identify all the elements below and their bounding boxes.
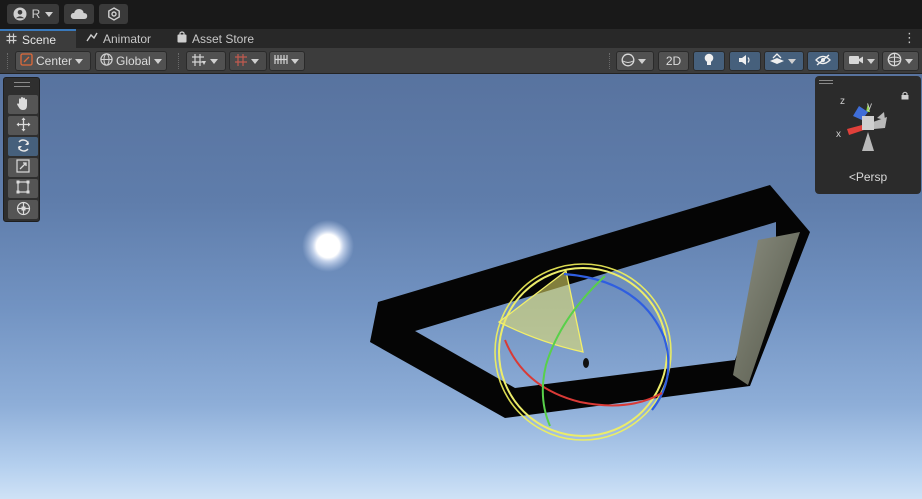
tab-asset-store[interactable]: Asset Store — [171, 29, 260, 48]
chevron-down-icon — [153, 58, 162, 64]
textured-wall-face — [733, 232, 800, 385]
chevron-down-icon — [867, 58, 875, 64]
rotate-icon — [16, 138, 31, 156]
top-account-bar: R — [0, 0, 922, 29]
tab-scene[interactable]: Scene — [0, 29, 76, 48]
scene-camera-dropdown[interactable] — [843, 51, 879, 71]
hexagon-settings-icon — [107, 7, 121, 21]
axis-label-z: z — [840, 96, 845, 107]
axis-label-y: y — [867, 101, 872, 112]
bag-icon — [177, 31, 187, 46]
globe-icon — [100, 53, 113, 69]
scene-viewport[interactable] — [0, 74, 922, 499]
toolbar-grip — [609, 53, 611, 69]
perspective-icon: < — [848, 170, 856, 184]
shading-sphere-icon — [621, 53, 635, 70]
transform-tool-button[interactable] — [8, 200, 38, 219]
scene-toolbar: Center Global 2D — [0, 48, 922, 74]
pivot-space-label: Global — [116, 54, 151, 68]
transform-all-icon — [16, 201, 31, 219]
account-label: R — [31, 7, 41, 21]
more-options-icon[interactable]: ⋮ — [903, 30, 916, 46]
editor-tab-strip: Scene Animator Asset Store ⋮ — [0, 29, 922, 48]
tab-label: Animator — [103, 31, 152, 46]
effects-dropdown[interactable] — [764, 51, 804, 71]
chevron-down-icon — [45, 11, 54, 17]
pivot-mode-label: Center — [36, 54, 73, 68]
grid-visibility-dropdown[interactable] — [186, 51, 226, 71]
account-dropdown[interactable]: R — [7, 4, 59, 24]
increment-snap-dropdown[interactable] — [269, 51, 305, 71]
scene-object-frame[interactable] — [370, 185, 810, 418]
services-button[interactable] — [99, 4, 128, 24]
rect-transform-icon — [16, 180, 30, 197]
projection-toggle[interactable]: <Persp — [815, 170, 921, 184]
effects-layers-icon — [769, 52, 785, 70]
chevron-down-icon — [638, 58, 646, 64]
speaker-icon — [738, 54, 752, 69]
cloud-button[interactable] — [64, 4, 94, 24]
grid-snapping-dropdown[interactable] — [229, 51, 267, 71]
gizmo-globe-icon — [887, 52, 902, 70]
eye-slash-icon — [815, 53, 831, 69]
2d-mode-button[interactable]: 2D — [658, 51, 689, 71]
chevron-down-icon — [75, 58, 84, 64]
projection-label: Persp — [855, 170, 888, 184]
palette-drag-handle[interactable] — [14, 82, 30, 87]
gizmos-dropdown[interactable] — [882, 51, 919, 71]
axis-label-x: x — [836, 129, 841, 140]
tool-palette — [3, 77, 40, 222]
pivot-center-icon — [20, 53, 33, 69]
animator-icon — [86, 32, 98, 46]
account-circle-icon — [13, 7, 27, 21]
audio-toggle[interactable] — [729, 51, 761, 71]
chevron-down-icon — [210, 58, 218, 64]
pivot-space-dropdown[interactable]: Global — [95, 51, 167, 71]
tab-label: Scene — [22, 32, 57, 47]
grid-icon — [6, 33, 17, 47]
lighting-toggle[interactable] — [693, 51, 725, 71]
shading-mode-dropdown[interactable] — [616, 51, 654, 71]
tab-animator[interactable]: Animator — [80, 29, 157, 48]
sun-disc — [302, 220, 354, 272]
chevron-down-icon — [251, 58, 259, 64]
pivot-point — [583, 358, 589, 368]
camera-icon — [848, 54, 864, 69]
cloud-icon — [70, 8, 88, 20]
scale-icon — [16, 159, 30, 176]
axis-cube[interactable]: y z x — [815, 76, 921, 170]
rect-tool-button[interactable] — [8, 179, 38, 198]
2d-mode-label: 2D — [665, 54, 682, 68]
toolbar-grip — [178, 53, 180, 69]
scene-render — [302, 185, 810, 441]
move-arrows-icon — [16, 117, 31, 135]
snap-increment-icon — [234, 53, 248, 70]
toolbar-grip — [7, 53, 9, 69]
scale-tool-button[interactable] — [8, 158, 38, 177]
light-bulb-icon — [703, 53, 715, 70]
move-tool-button[interactable] — [8, 116, 38, 135]
hand-tool-button[interactable] — [8, 95, 38, 114]
rotate-tool-button[interactable] — [8, 137, 38, 156]
hand-icon — [16, 96, 30, 114]
tab-label: Asset Store — [192, 31, 255, 46]
chevron-down-icon — [788, 58, 796, 64]
chevron-down-icon — [291, 58, 299, 64]
orientation-gizmo[interactable]: y z x <Persp — [815, 76, 921, 194]
hidden-objects-toggle[interactable] — [807, 51, 839, 71]
pivot-mode-dropdown[interactable]: Center — [15, 51, 91, 71]
ruler-icon — [274, 53, 288, 69]
grid-snap-icon — [191, 53, 207, 70]
chevron-down-icon — [905, 58, 913, 64]
